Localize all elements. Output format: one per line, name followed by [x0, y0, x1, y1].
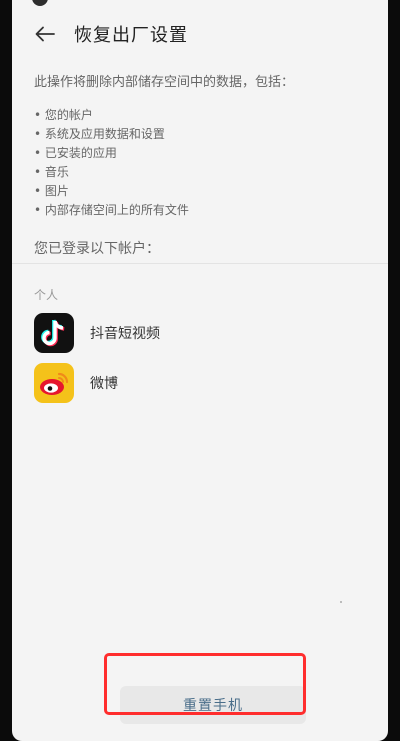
phone-screen: 恢复出厂设置 此操作将删除内部储存空间中的数据，包括： • 您的帐户 • 系统及…	[12, 0, 388, 741]
list-item: • 图片	[34, 184, 69, 198]
list-item: • 内部存储空间上的所有文件	[34, 203, 189, 217]
account-label: 微博	[90, 376, 118, 392]
douyin-icon	[34, 313, 74, 353]
content: 此操作将删除内部储存空间中的数据，包括： • 您的帐户 • 系统及应用数据和设置…	[34, 74, 368, 258]
section-label-personal: 个人	[34, 288, 59, 302]
accounts-heading: 您已登录以下帐户：	[34, 241, 160, 257]
dust-dot	[340, 601, 342, 603]
account-item-weibo: 微博	[34, 362, 118, 404]
camera-notch	[32, 0, 48, 6]
page-title: 恢复出厂设置	[74, 25, 188, 46]
weibo-icon	[34, 363, 74, 403]
back-button[interactable]	[30, 19, 60, 49]
divider	[12, 263, 388, 264]
list-item: • 已安装的应用	[34, 146, 117, 160]
data-list: • 您的帐户 • 系统及应用数据和设置 • 已安装的应用 • 音乐 • 图片 •…	[34, 106, 368, 220]
list-item: • 音乐	[34, 165, 69, 179]
description-text: 此操作将删除内部储存空间中的数据，包括：	[34, 75, 295, 90]
list-item: • 系统及应用数据和设置	[34, 127, 165, 141]
header: 恢复出厂设置	[12, 18, 388, 50]
back-arrow-icon	[35, 26, 55, 42]
account-item-douyin: 抖音短视频	[34, 312, 160, 354]
highlight-annotation	[104, 653, 306, 715]
list-item: • 您的帐户	[34, 108, 93, 122]
account-label: 抖音短视频	[90, 326, 160, 342]
